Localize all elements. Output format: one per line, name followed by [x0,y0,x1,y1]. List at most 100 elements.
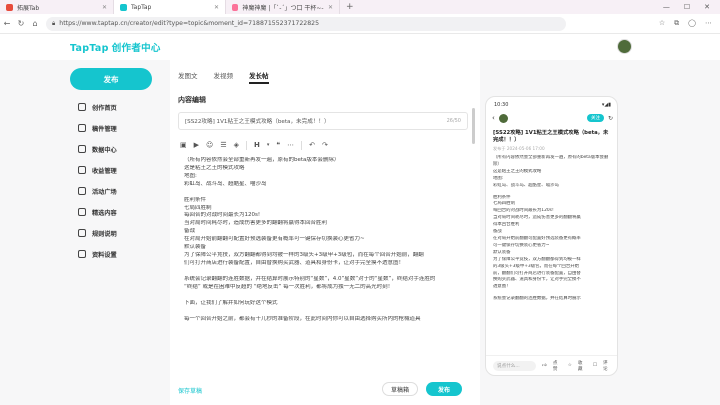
extensions-icon[interactable]: ⧉ [674,19,679,28]
tab-image-text[interactable]: 发图文 [178,70,198,84]
sidebar-item-data[interactable]: 数据中心 [78,142,117,156]
avatar [498,113,508,123]
preview-line: 为了保障公平竞技，双方翻翻都得到均被一样 [493,256,581,262]
preview-line: 胜利条件 [493,194,511,200]
menu-icon[interactable]: ⋯ [705,19,712,28]
browser-tab-1[interactable]: 拓展Tab ✕ [0,0,114,14]
gear-icon [78,250,86,258]
preview-header: ‹ 关注 ↻ [492,112,613,124]
sidebar-item-manuscripts[interactable]: 稿件管理 [78,121,117,135]
preview-line: 系统会记录翻翻的连胜数据，并在结算时展示 [493,296,581,302]
preview-line: 七局四胜制 [493,201,515,207]
body-line: 系统会记录翻翻的连胜数据，并在结算时展示特别的“星数”，4.0”星数”对于的“星… [184,275,436,282]
lock-icon: 🔒︎ [52,19,56,27]
url-field[interactable]: 🔒︎ https://www.taptap.cn/creator/edit?ty… [46,16,566,31]
body-line: 在对局开始前翻翻可配置好预选装备更有概率可一键保存切换装心更省力~ [184,236,365,243]
sidebar-item-activities[interactable]: 活动广场 [78,184,117,198]
preview-line: 备战 [493,229,502,235]
close-icon[interactable]: ✕ [214,4,219,11]
emoji-icon[interactable]: ☺ [206,141,213,149]
sidebar-item-rules[interactable]: 规则说明 [78,226,117,240]
body-line: （所有内容依然会全部重新再发一遍，原有的beta版本会删除） [184,157,340,163]
quote-icon[interactable]: ❝ [276,141,280,149]
minimize-icon[interactable]: — [663,3,670,11]
bookmark-icon: ☆ [567,363,572,368]
preview-line: 地图: [493,175,504,181]
drafts-button[interactable]: 草稿箱 [382,382,418,396]
wallet-icon [78,166,86,174]
body-line: 地图: [184,172,197,179]
publish-button[interactable]: 发布 [70,68,152,90]
sidebar-item-featured[interactable]: 精选内容 [78,205,117,219]
preview-body: （所有内容依然会全部重新再发一遍，原有的beta版本会删除） 这是粘王之王的模式… [493,155,612,345]
avatar[interactable] [617,39,632,54]
video-icon[interactable]: ▶ [194,141,199,149]
url-text: https://www.taptap.cn/creator/edit?type=… [59,20,320,27]
scrollbar[interactable] [472,108,475,144]
sidebar-item-home[interactable]: 创作首页 [78,100,117,114]
sidebar-item-label: 稿件管理 [92,125,117,133]
browser-tab-3[interactable]: 神魔神魔 |「ˋ-ˊ」つ口 干杯~-bili ✕ [226,0,340,14]
refresh-icon[interactable]: ↻ [14,19,28,28]
preview-line: 默认装备 [493,249,511,255]
preview-line: 前，翻翻们可打开商店进行装备配置，自由替 [493,270,581,276]
preview-action-bar: 说点什么... 👍︎ 点赞 ☆ 收藏 ☐ 评论 [486,355,617,375]
window-controls: — ☐ ✕ [663,3,720,11]
image-icon[interactable]: ▣ [180,141,187,149]
close-icon[interactable]: ✕ [102,4,107,11]
profile-icon[interactable]: ◯ [688,19,696,28]
more-icon[interactable]: ⋯ [287,141,294,149]
redo-icon[interactable]: ↷ [322,141,328,149]
toolbar-divider [301,140,303,150]
sidebar-item-label: 规则说明 [92,230,117,238]
browser-tab-2[interactable]: TapTap ✕ [114,0,226,14]
tab-long-post[interactable]: 发长帖 [249,70,269,84]
heading-icon[interactable]: H [254,141,260,149]
sidebar-item-label: 创作首页 [92,104,117,112]
close-icon[interactable]: ✕ [328,4,333,11]
title-char-count: 26/50 [446,118,461,124]
save-draft-link[interactable]: 保存草稿 [178,386,202,395]
like-icon: 👍︎ [542,363,547,368]
body-line: 这是粘王之王的模式攻略 [184,164,245,171]
undo-icon[interactable]: ↶ [309,141,315,149]
home-icon [78,103,86,111]
preview-line: 的3级头+3级甲+3级包，而在每个回合开始 [493,263,579,269]
bookmark-label: 收藏 [577,360,583,372]
tab-favicon-icon [232,3,239,11]
tab-title: TapTap [131,3,152,11]
post-button[interactable]: 发布 [426,382,462,396]
flag-icon [78,187,86,195]
sidebar-item-income[interactable]: 收益管理 [78,163,117,177]
sidebar-item-label: 收益管理 [92,167,117,175]
sidebar-item-settings[interactable]: 资料设置 [78,247,117,261]
body-line: 七局四胜制 [184,204,212,211]
comment-label: 评论 [603,360,608,372]
title-input[interactable]: [SS22攻略] 1V1粘王之王模式攻略（beta，未完成！！） 26/50 [178,112,468,130]
book-icon [78,229,86,237]
back-icon[interactable]: ← [0,19,14,28]
new-tab-icon[interactable]: + [340,2,360,12]
chevron-down-icon[interactable]: ▾ [267,142,270,148]
body-editor[interactable]: （所有内容依然会全部重新再发一遍，原有的beta版本会删除） 这是粘王之王的模式… [184,157,470,377]
preview-line: 当对局时间耗尽时，造成伤害更多的翻翻将赢 [493,215,581,221]
content-type-tabs: 发图文 发视频 发长帖 [178,70,269,84]
back-icon: ‹ [492,114,495,122]
game-icon[interactable]: ◈ [234,141,239,149]
close-window-icon[interactable]: ✕ [704,3,710,11]
preview-date: 发布于 2024-05-06 17:00 [493,146,545,151]
site-logo[interactable]: TapTap 创作者中心 [70,40,161,54]
title-value: [SS22攻略] 1V1粘王之王模式攻略（beta，未完成！！） [185,119,330,125]
tab-video[interactable]: 发视频 [214,70,234,84]
body-line: 备战 [184,228,196,235]
maximize-icon[interactable]: ☐ [684,3,690,11]
body-line: 每一个回合开始之前，都会有十几秒的准备阶段，在此时间内你可以自由选择购买所内的枪… [184,315,421,322]
star-icon[interactable]: ☆ [659,19,665,28]
home-icon[interactable]: ⌂ [28,19,42,28]
vote-icon[interactable]: ☰ [220,141,226,149]
comment-input: 说点什么... [493,360,537,371]
refresh-icon: ↻ [607,114,613,122]
